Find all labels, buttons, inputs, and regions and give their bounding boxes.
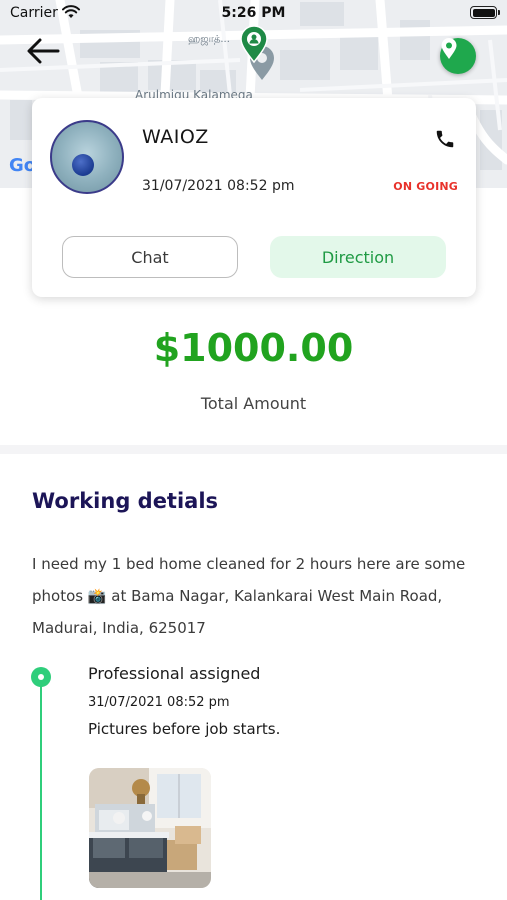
- battery-icon: [470, 6, 500, 19]
- status-badge: ON GOING: [393, 180, 458, 193]
- avatar-image: [72, 154, 94, 176]
- direction-button[interactable]: Direction: [270, 236, 446, 278]
- order-card: WAIOZ 31/07/2021 08:52 pm ON GOING Chat …: [32, 98, 476, 297]
- section-title: Working detials: [32, 489, 219, 513]
- location-button[interactable]: [440, 38, 476, 74]
- back-button[interactable]: [26, 38, 68, 74]
- phone-icon[interactable]: [434, 128, 456, 154]
- map-label-1: ஹஜாத்...: [188, 34, 230, 45]
- timeline-dot: [31, 667, 51, 687]
- location-pin-icon: [441, 38, 457, 59]
- timeline-datetime: 31/07/2021 08:52 pm: [88, 695, 230, 710]
- order-datetime: 31/07/2021 08:52 pm: [142, 178, 295, 194]
- chat-button[interactable]: Chat: [62, 236, 238, 278]
- total-amount-value: $1000.00: [153, 326, 354, 370]
- clock: 5:26 PM: [221, 5, 286, 21]
- room-photo: [89, 768, 211, 888]
- job-description: I need my 1 bed home cleaned for 2 hours…: [32, 555, 466, 637]
- total-amount-label: Total Amount: [200, 394, 307, 413]
- customer-name: WAIOZ: [142, 126, 209, 148]
- job-photo-thumbnail[interactable]: [89, 768, 211, 888]
- avatar: [50, 120, 124, 194]
- back-arrow-icon: [27, 38, 60, 64]
- status-bar: Carrier 5:26 PM: [0, 0, 507, 26]
- section-divider: [0, 445, 507, 454]
- timeline-note: Pictures before job starts.: [88, 720, 281, 738]
- timeline-line: [40, 678, 42, 900]
- timeline-title: Professional assigned: [88, 664, 261, 683]
